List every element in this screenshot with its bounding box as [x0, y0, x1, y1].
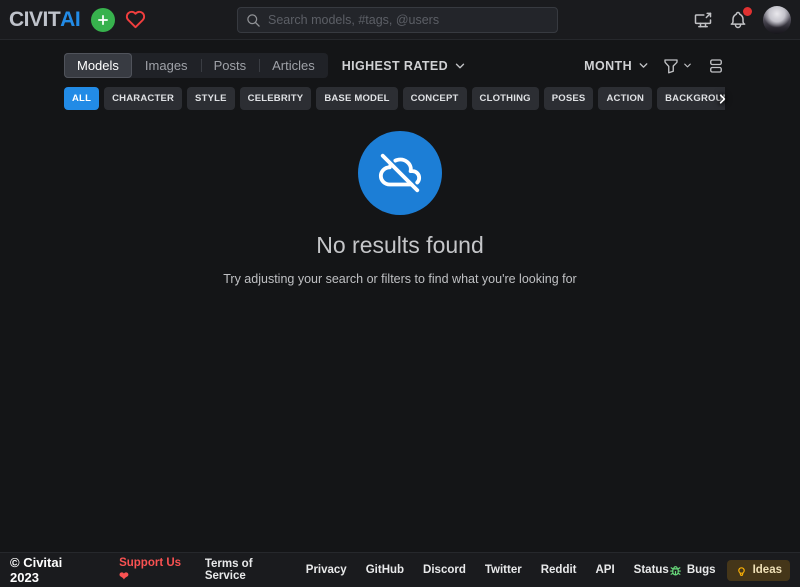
- bugs-label: Bugs: [687, 564, 716, 576]
- footer-link[interactable]: Discord: [423, 564, 466, 576]
- favorites-button[interactable]: [124, 8, 147, 31]
- category-chip[interactable]: CONCEPT: [403, 87, 467, 110]
- layout-cards-icon: [707, 57, 725, 75]
- view-layout-toggle[interactable]: [707, 57, 725, 75]
- footer-link[interactable]: Reddit: [541, 564, 577, 576]
- bugs-button[interactable]: Bugs: [669, 564, 716, 577]
- heart-icon: [124, 8, 147, 31]
- logo-text-primary: CIVIT: [9, 8, 60, 32]
- logo-text-accent: AI: [60, 8, 80, 32]
- feed-toolbar: ModelsImagesPostsArticles HIGHEST RATED …: [64, 53, 725, 78]
- empty-state-subtitle: Try adjusting your search or filters to …: [0, 272, 800, 286]
- content-type-tab[interactable]: Articles: [259, 53, 328, 78]
- category-chip[interactable]: STYLE: [187, 87, 235, 110]
- screen-share-icon: [693, 10, 713, 30]
- empty-state-graphic: [358, 131, 442, 215]
- footer-link[interactable]: Privacy: [306, 564, 347, 576]
- footer-links: Support Us ❤ Terms of Service Privacy GitHu…: [119, 557, 669, 583]
- footer-link[interactable]: Status: [634, 564, 669, 576]
- category-chip[interactable]: POSES: [544, 87, 594, 110]
- footer-link[interactable]: GitHub: [366, 564, 404, 576]
- chevron-down-icon: [637, 59, 650, 72]
- footer-link[interactable]: Terms of Service: [205, 558, 287, 582]
- top-navbar: CIVITAI: [0, 0, 800, 40]
- category-chip[interactable]: CLOTHING: [472, 87, 539, 110]
- footer-link[interactable]: API: [596, 564, 615, 576]
- period-dropdown[interactable]: MONTH: [584, 59, 650, 73]
- content-type-tab[interactable]: Posts: [201, 53, 260, 78]
- category-chip-list: ALLCHARACTERSTYLECELEBRITYBASE MODEL CONC…: [64, 87, 725, 110]
- chevron-down-icon: [682, 60, 693, 71]
- filter-icon: [662, 57, 680, 75]
- civitai-logo[interactable]: CIVITAI: [9, 8, 80, 32]
- period-label: MONTH: [584, 59, 632, 73]
- category-filter-bar: ALLCHARACTERSTYLECELEBRITYBASE MODEL CONC…: [64, 87, 725, 110]
- category-chip[interactable]: CHARACTER: [104, 87, 182, 110]
- plus-icon: [96, 13, 110, 27]
- category-chip[interactable]: ALL: [64, 87, 99, 110]
- category-chip[interactable]: BASE MODEL: [316, 87, 397, 110]
- create-button[interactable]: [91, 8, 115, 32]
- sort-label: HIGHEST RATED: [342, 59, 448, 73]
- content-type-tab[interactable]: Models: [64, 53, 132, 78]
- ideas-label: Ideas: [753, 564, 782, 576]
- footer-link[interactable]: Twitter: [485, 564, 522, 576]
- search-icon: [246, 13, 261, 28]
- ideas-button[interactable]: Ideas: [727, 560, 790, 581]
- content-type-tabs: ModelsImagesPostsArticles: [64, 53, 328, 78]
- search-bar: [237, 7, 558, 33]
- notifications-button[interactable]: [728, 10, 748, 30]
- search-input[interactable]: [268, 13, 549, 27]
- page-footer: © Civitai 2023 Support Us ❤ Terms of Serv…: [0, 552, 800, 587]
- category-chip[interactable]: CELEBRITY: [240, 87, 312, 110]
- user-avatar[interactable]: [763, 6, 791, 34]
- copyright-text: © Civitai 2023: [10, 555, 92, 585]
- footer-link[interactable]: Support Us ❤: [119, 557, 186, 583]
- chevron-down-icon: [453, 59, 467, 73]
- theater-mode-button[interactable]: [693, 10, 713, 30]
- bug-icon: [669, 564, 682, 577]
- chevron-right-icon: [715, 91, 730, 106]
- empty-state-title: No results found: [0, 232, 800, 259]
- results-area: No results found Try adjusting your sear…: [0, 131, 800, 286]
- category-chip[interactable]: ACTION: [598, 87, 652, 110]
- scroll-right-button[interactable]: [715, 91, 730, 106]
- sort-dropdown[interactable]: HIGHEST RATED: [342, 59, 467, 73]
- notification-badge: [743, 7, 752, 16]
- filter-dropdown[interactable]: [662, 57, 693, 75]
- cloud-off-icon: [377, 150, 423, 196]
- bulb-icon: [735, 564, 748, 577]
- content-type-tab[interactable]: Images: [132, 53, 201, 78]
